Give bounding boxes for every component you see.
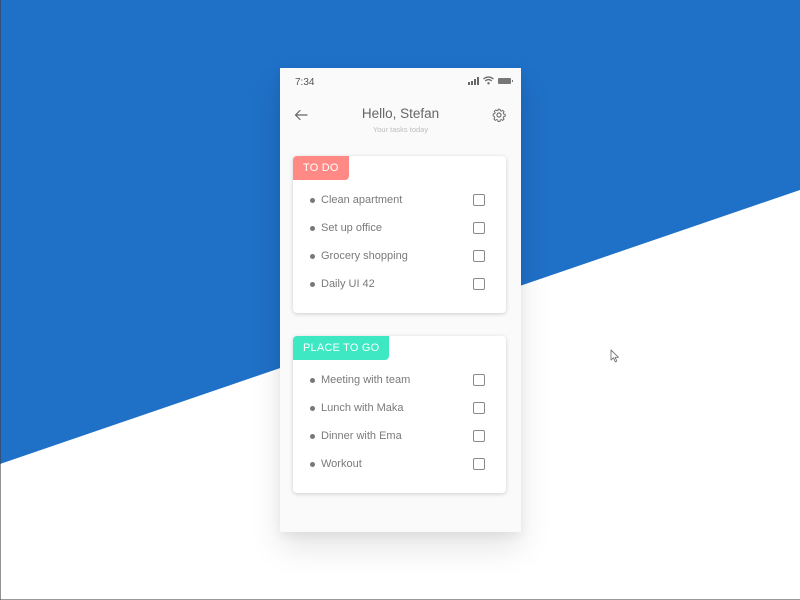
wifi-icon bbox=[483, 76, 494, 85]
list-item: Lunch with Maka bbox=[293, 394, 506, 422]
page-subtitle: Your tasks today bbox=[372, 125, 429, 134]
place-to-go-list: Meeting with team Lunch with Maka Dinner… bbox=[293, 366, 506, 478]
status-time: 7:34 bbox=[295, 77, 315, 88]
list-item: Meeting with team bbox=[293, 366, 506, 394]
status-bar: 7:34 bbox=[280, 68, 521, 96]
task-checkbox[interactable] bbox=[473, 250, 485, 262]
task-label: Lunch with Maka bbox=[321, 402, 404, 414]
list-item: Set up office bbox=[293, 214, 506, 242]
task-checkbox[interactable] bbox=[473, 194, 485, 206]
task-label: Daily UI 42 bbox=[321, 278, 375, 290]
battery-icon bbox=[498, 77, 513, 84]
task-checkbox[interactable] bbox=[473, 374, 485, 386]
todo-tag: TO DO bbox=[293, 156, 349, 180]
bullet-icon bbox=[310, 197, 315, 203]
mouse-pointer-icon bbox=[610, 349, 619, 363]
phone-screen: 7:34 Hello, Stefan Your tasks today TO D… bbox=[280, 68, 521, 532]
list-item: Grocery shopping bbox=[293, 242, 506, 270]
todo-card: TO DO Clean apartment Set up office Groc… bbox=[293, 156, 506, 313]
place-to-go-tag: PLACE TO GO bbox=[293, 336, 390, 360]
task-checkbox[interactable] bbox=[473, 402, 485, 414]
bullet-icon bbox=[310, 405, 315, 411]
list-item: Workout bbox=[293, 450, 506, 478]
bullet-icon bbox=[310, 281, 315, 287]
bullet-icon bbox=[310, 433, 315, 439]
settings-button[interactable] bbox=[490, 106, 508, 124]
status-icons bbox=[468, 76, 513, 85]
bullet-icon bbox=[310, 377, 315, 383]
bullet-icon bbox=[310, 225, 315, 231]
task-label: Grocery shopping bbox=[321, 250, 408, 262]
bullet-icon bbox=[310, 461, 315, 467]
bullet-icon bbox=[310, 253, 315, 259]
frame-border-left bbox=[0, 0, 1, 600]
task-label: Clean apartment bbox=[321, 194, 403, 206]
task-checkbox[interactable] bbox=[473, 222, 485, 234]
task-checkbox[interactable] bbox=[473, 430, 485, 442]
task-checkbox[interactable] bbox=[473, 458, 485, 470]
todo-list: Clean apartment Set up office Grocery sh… bbox=[293, 186, 506, 298]
list-item: Dinner with Ema bbox=[293, 422, 506, 450]
place-to-go-card: PLACE TO GO Meeting with team Lunch with… bbox=[293, 336, 506, 493]
signal-icon bbox=[468, 76, 479, 85]
gear-icon bbox=[492, 108, 506, 122]
task-label: Set up office bbox=[321, 222, 382, 234]
header: Hello, Stefan Your tasks today bbox=[280, 100, 521, 144]
list-item: Daily UI 42 bbox=[293, 270, 506, 298]
task-checkbox[interactable] bbox=[473, 278, 485, 290]
task-label: Meeting with team bbox=[321, 374, 411, 386]
list-item: Clean apartment bbox=[293, 186, 506, 214]
page-title: Hello, Stefan bbox=[361, 106, 440, 121]
task-label: Workout bbox=[321, 458, 362, 470]
task-label: Dinner with Ema bbox=[321, 430, 402, 442]
